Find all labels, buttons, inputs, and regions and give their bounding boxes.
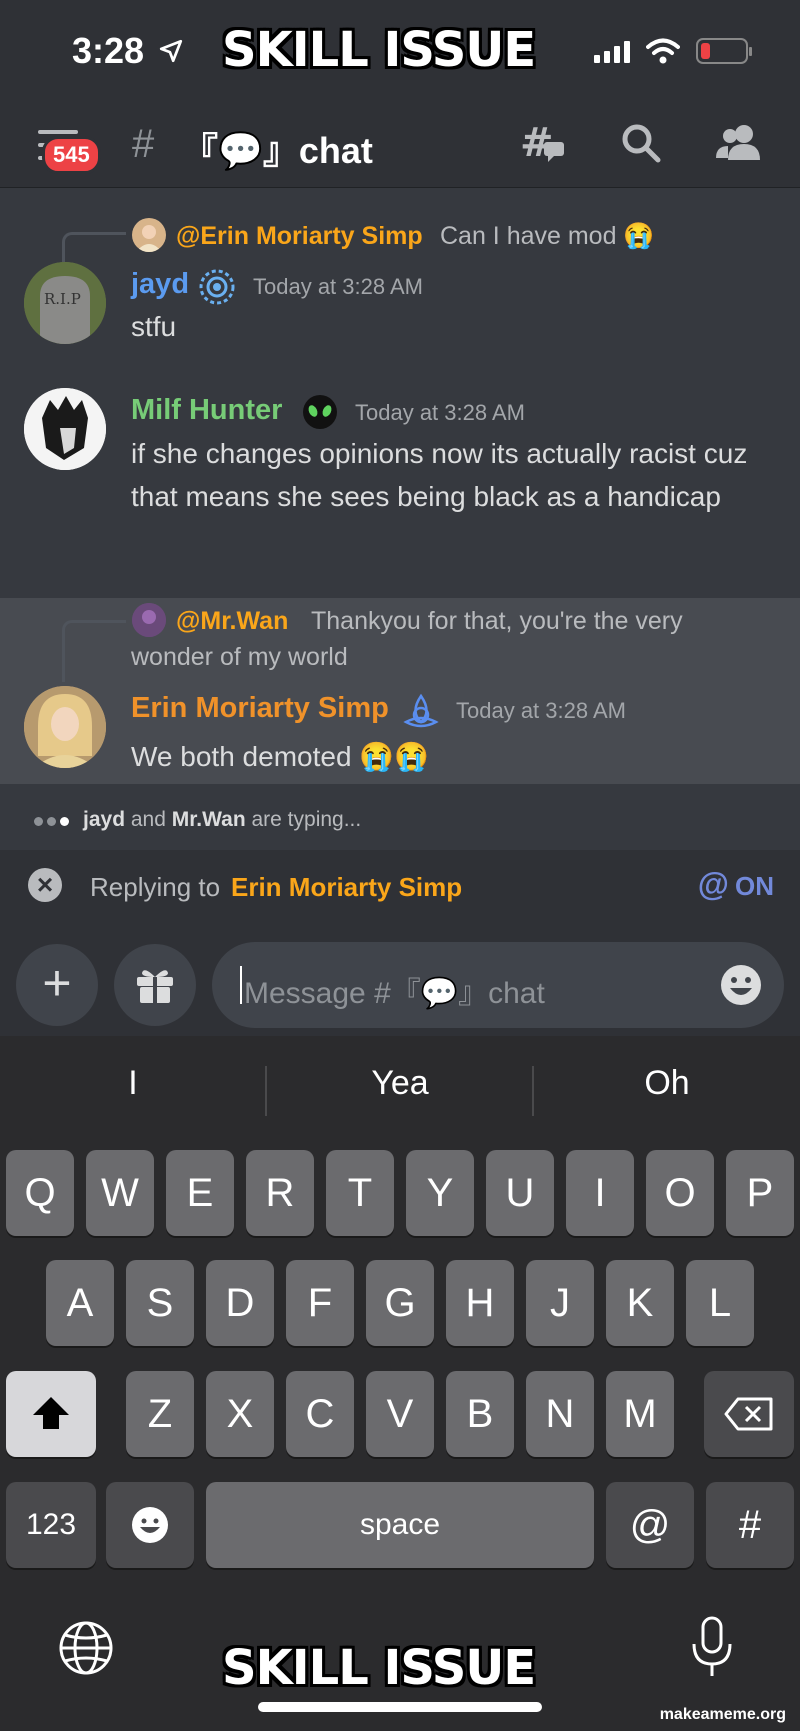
key[interactable]: T — [326, 1150, 394, 1236]
typing-indicator: jayd and Mr.Wan are typing... — [34, 808, 361, 832]
unread-badge: 545 — [42, 136, 101, 174]
key[interactable]: W — [86, 1150, 154, 1236]
message-placeholder: Message #『💬』chat — [244, 977, 545, 1010]
emoji-keyboard-icon — [132, 1507, 168, 1543]
author-name[interactable]: Erin Moriarty Simp — [131, 692, 389, 725]
suggestion-1[interactable]: I — [0, 1064, 266, 1103]
avatar[interactable] — [24, 388, 106, 470]
search-icon[interactable] — [620, 122, 662, 164]
reactor-icon — [199, 269, 235, 305]
shift-key[interactable] — [6, 1371, 96, 1457]
avatar[interactable]: R.I.P — [24, 262, 106, 344]
reply-bar: × Replying to Erin Moriarty Simp @ ON — [0, 850, 800, 926]
author-name[interactable]: Milf Hunter — [131, 394, 282, 427]
key[interactable]: M — [606, 1371, 674, 1457]
channel-title[interactable]: 『💬』chat — [182, 122, 373, 174]
watermark: makeameme.org — [659, 1706, 786, 1723]
channel-header: 545 # 『💬』chat # — [0, 100, 800, 188]
mention-toggle[interactable]: @ ON — [698, 866, 774, 903]
close-reply-icon[interactable]: × — [28, 868, 62, 902]
gift-button[interactable] — [114, 944, 196, 1026]
key[interactable]: N — [526, 1371, 594, 1457]
message-composer: + Message #『💬』chat — [0, 926, 800, 1036]
key[interactable]: V — [366, 1371, 434, 1457]
wifi-icon — [646, 38, 680, 64]
location-arrow-icon — [159, 39, 183, 63]
replying-to-name: Erin Moriarty Simp — [231, 872, 463, 902]
suggestion-3[interactable]: Oh — [534, 1064, 800, 1103]
emoji-key[interactable] — [106, 1482, 194, 1568]
avatar[interactable] — [24, 686, 106, 768]
key[interactable]: B — [446, 1371, 514, 1457]
timestamp: Today at 3:28 AM — [355, 400, 525, 425]
key[interactable]: A — [46, 1260, 114, 1346]
threads-icon[interactable]: # — [520, 122, 568, 166]
reply-connector — [62, 620, 126, 682]
message-body: if she changes opinions now its actually… — [131, 438, 748, 512]
at-key[interactable]: @ — [606, 1482, 694, 1568]
battery-icon — [696, 38, 752, 64]
backspace-key[interactable] — [704, 1371, 794, 1457]
key[interactable]: K — [606, 1260, 674, 1346]
triquetra-icon — [403, 693, 439, 728]
key[interactable]: R — [246, 1150, 314, 1236]
microphone-icon[interactable] — [690, 1616, 734, 1680]
replying-label: Replying to — [90, 872, 221, 902]
home-indicator[interactable] — [258, 1702, 542, 1712]
key[interactable]: I — [566, 1150, 634, 1236]
suggestion-2[interactable]: Yea — [267, 1064, 533, 1103]
reply-preview-text[interactable]: Can I have mod 😭 — [440, 218, 655, 254]
message-body: We both demoted 😭😭 — [131, 741, 430, 772]
key[interactable]: F — [286, 1260, 354, 1346]
key[interactable]: H — [446, 1260, 514, 1346]
key[interactable]: U — [486, 1150, 554, 1236]
svg-text:R.I.P: R.I.P — [44, 290, 81, 308]
key[interactable]: Q — [6, 1150, 74, 1236]
key[interactable]: O — [646, 1150, 714, 1236]
key[interactable]: Y — [406, 1150, 474, 1236]
alien-icon — [303, 395, 337, 429]
author-name[interactable]: jayd — [131, 268, 189, 301]
key[interactable]: J — [526, 1260, 594, 1346]
timestamp: Today at 3:28 AM — [456, 698, 626, 723]
message-input[interactable]: Message #『💬』chat — [212, 942, 784, 1028]
space-key[interactable]: space — [206, 1482, 594, 1568]
reply-avatar — [132, 218, 166, 252]
key[interactable]: D — [206, 1260, 274, 1346]
message-body: stfu — [131, 311, 177, 342]
reply-connector — [62, 232, 126, 262]
key[interactable]: E — [166, 1150, 234, 1236]
emoji-icon[interactable] — [720, 964, 762, 1006]
timestamp: Today at 3:28 AM — [253, 274, 423, 299]
typing-dots-icon — [34, 808, 73, 832]
key[interactable]: L — [686, 1260, 754, 1346]
channel-hash-icon: # — [132, 122, 155, 166]
members-icon[interactable] — [716, 122, 762, 164]
backspace-icon — [724, 1397, 773, 1431]
key[interactable]: P — [726, 1150, 794, 1236]
shift-icon — [33, 1397, 69, 1429]
cellular-signal-icon — [594, 39, 630, 63]
numbers-key[interactable]: 123 — [6, 1482, 96, 1568]
mention-state: ON — [735, 871, 774, 901]
key[interactable]: Z — [126, 1371, 194, 1457]
keyboard: I Yea Oh Q W E R T Y U I O P A S D F G H… — [0, 1036, 800, 1731]
globe-icon[interactable] — [58, 1620, 114, 1676]
reply-author[interactable]: @Erin Moriarty Simp — [176, 222, 423, 251]
add-attachment-button[interactable]: + — [16, 944, 98, 1026]
key[interactable]: S — [126, 1260, 194, 1346]
key[interactable]: C — [286, 1371, 354, 1457]
key[interactable]: X — [206, 1371, 274, 1457]
at-icon: @ — [697, 866, 729, 902]
key[interactable]: G — [366, 1260, 434, 1346]
hash-key[interactable]: # — [706, 1482, 794, 1568]
meme-caption-top: SKILL ISSUE — [222, 22, 536, 78]
clock: 3:28 — [72, 30, 145, 71]
reply-preview-text[interactable]: Thankyou for that, you're the very wonde… — [131, 603, 771, 675]
meme-caption-bottom: SKILL ISSUE — [222, 1640, 536, 1696]
gift-icon — [137, 970, 173, 1003]
